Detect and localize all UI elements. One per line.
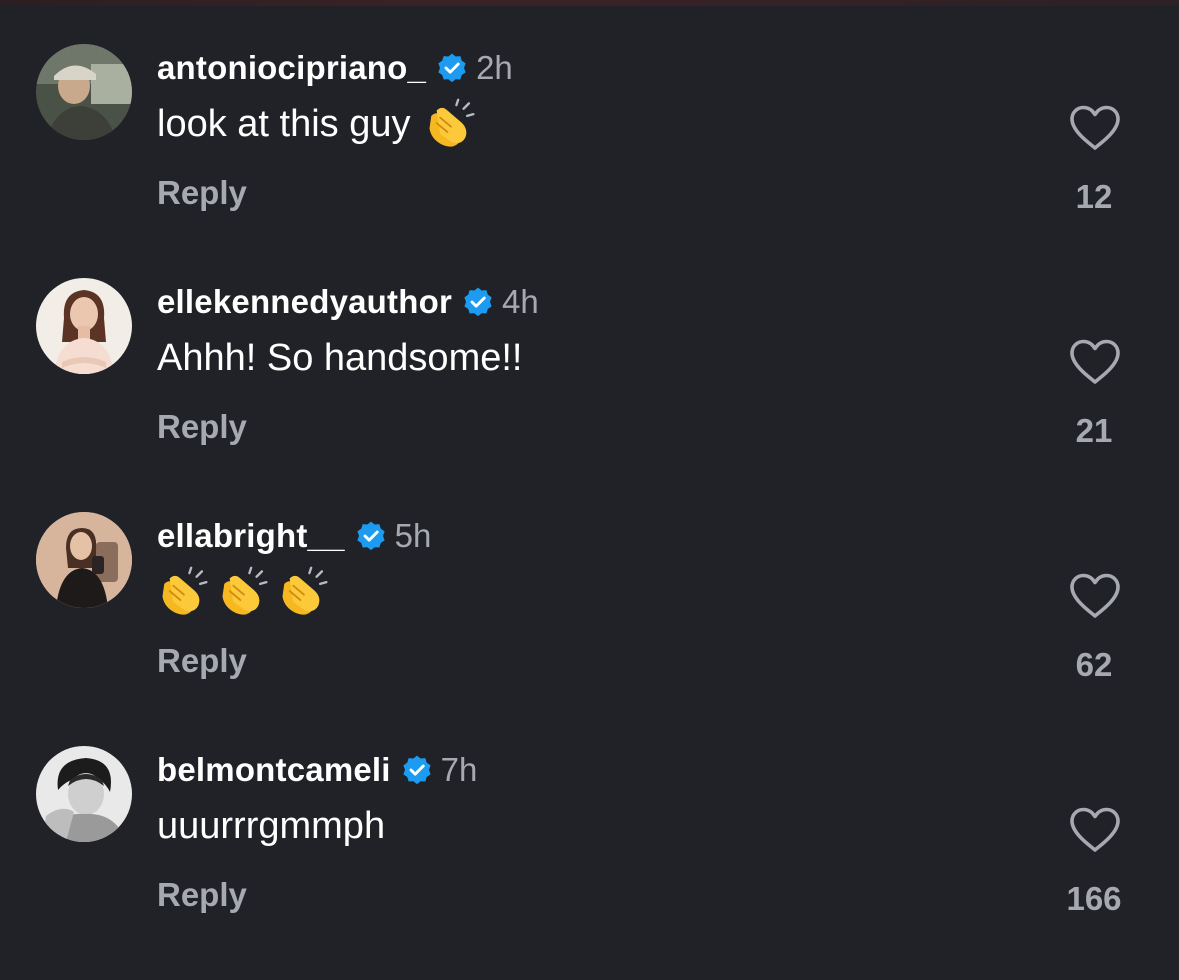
heart-outline-icon[interactable] (1068, 104, 1122, 152)
username[interactable]: ellabright__ (157, 517, 345, 555)
like-count: 21 (1075, 412, 1113, 449)
comment-item: belmontcameli 7h uuurrrgmmph Reply 166 (0, 746, 1179, 980)
username[interactable]: ellekennedyauthor (157, 283, 452, 321)
comment-header: antoniocipriano_ 2h (157, 46, 513, 90)
username[interactable]: antoniocipriano_ (157, 49, 426, 87)
avatar[interactable] (36, 44, 132, 140)
clapping-hands-icon (162, 566, 208, 615)
reply-button[interactable]: Reply (157, 408, 247, 446)
verified-badge-icon (357, 521, 385, 551)
avatar-photo-icon (36, 746, 132, 842)
clap-emoji-row (157, 566, 337, 618)
comment-item: antoniocipriano_ 2h look at this guy Rep… (0, 44, 1179, 278)
clapping-hands-icon (222, 566, 268, 615)
like-count: 12 (1075, 178, 1113, 215)
comment-text: Ahhh! So handsome!! (157, 334, 522, 382)
heart-outline-icon[interactable] (1068, 338, 1122, 386)
heart-outline-icon[interactable] (1068, 572, 1122, 620)
like-count: 62 (1075, 646, 1113, 683)
timestamp: 2h (476, 49, 513, 86)
comment-text-content: uuurrrgmmph (157, 804, 386, 847)
verified-badge-icon (403, 755, 431, 785)
avatar-photo-icon (36, 44, 132, 140)
avatar[interactable] (36, 512, 132, 608)
comment-header: belmontcameli 7h (157, 748, 477, 792)
timestamp: 4h (502, 283, 539, 320)
timestamp: 5h (394, 517, 432, 554)
comment-text-content: Ahhh! So handsome!! (157, 336, 523, 379)
comment-header: ellabright__ 5h (157, 514, 431, 558)
comment-text: look at this guy (157, 98, 484, 148)
username[interactable]: belmontcameli (157, 751, 391, 789)
comment-header: ellekennedyauthor 4h (157, 280, 539, 324)
top-edge (0, 0, 1179, 6)
heart-outline-icon[interactable] (1068, 806, 1122, 854)
reply-button[interactable]: Reply (157, 642, 247, 680)
timestamp: 7h (440, 751, 478, 788)
comment-text (157, 566, 337, 618)
verified-badge-icon (464, 287, 492, 317)
avatar[interactable] (36, 746, 132, 842)
reply-button[interactable]: Reply (157, 174, 247, 212)
avatar-photo-icon (36, 278, 132, 374)
reply-button[interactable]: Reply (157, 876, 247, 914)
verified-badge-icon (438, 53, 466, 83)
avatar[interactable] (36, 278, 132, 374)
avatar-photo-icon (36, 512, 132, 608)
comment-text-content: look at this guy (157, 102, 411, 145)
comment-text: uuurrrgmmph (157, 802, 385, 850)
like-count: 166 (1066, 880, 1122, 917)
comment-item: ellabright__ 5h Reply 62 (0, 512, 1179, 746)
clapping-hands-icon (282, 566, 328, 615)
clapping-hands-icon (429, 98, 476, 147)
comment-item: ellekennedyauthor 4h Ahhh! So handsome!!… (0, 278, 1179, 512)
